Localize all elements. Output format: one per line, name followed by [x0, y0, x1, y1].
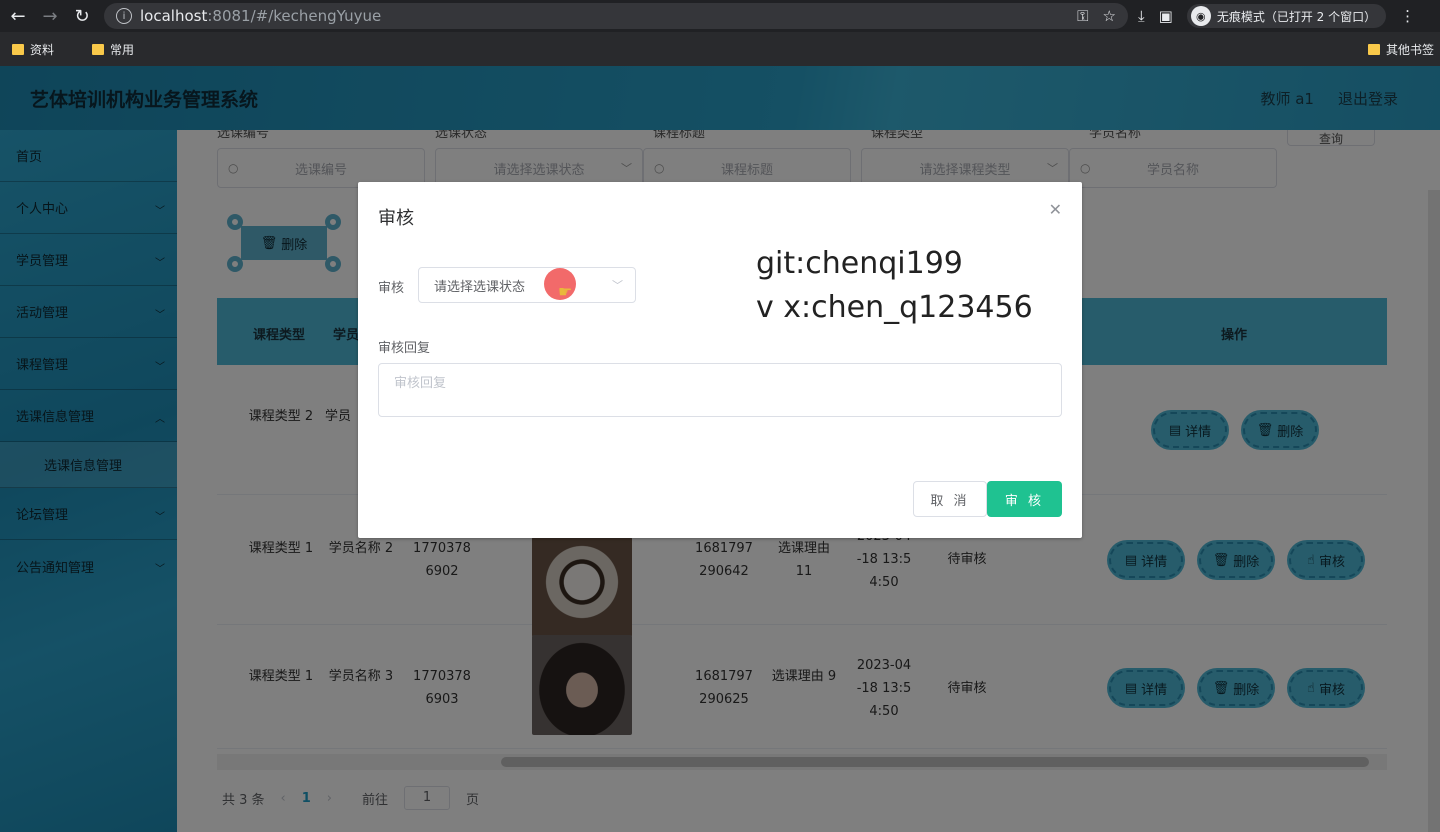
- audit-label: 审核: [378, 281, 405, 296]
- incognito-label: 无痕模式（已打开 2 个窗口）: [1216, 9, 1377, 24]
- forward-icon[interactable]: →: [36, 2, 64, 30]
- address-bar[interactable]: i localhost:8081/#/kechengYuyue ⚿ ☆: [104, 3, 1128, 29]
- info-icon[interactable]: i: [116, 8, 132, 24]
- sidepanel-icon[interactable]: ▣: [1159, 7, 1173, 25]
- folder-icon: [12, 43, 24, 55]
- audit-status-select[interactable]: 请选择选课状态 ﹀: [418, 267, 636, 303]
- url-host: localhost: [140, 7, 208, 25]
- menu-icon[interactable]: ⋮: [1400, 7, 1415, 25]
- pointer-hand-icon: ☛: [558, 282, 573, 301]
- chevron-down-icon: ﹀: [612, 279, 623, 292]
- other-bookmarks[interactable]: 其他书签: [1367, 32, 1434, 66]
- url-path: :8081/#/kechengYuyue: [207, 7, 382, 25]
- incognito-badge[interactable]: ◉ 无痕模式（已打开 2 个窗口）: [1186, 4, 1387, 28]
- bookmarks-bar: 资料 常用 其他书签: [0, 32, 1440, 66]
- star-icon[interactable]: ☆: [1103, 7, 1116, 25]
- key-icon[interactable]: ⚿: [1077, 7, 1088, 25]
- reply-textarea[interactable]: 审核回复: [378, 363, 1062, 417]
- browser-toolbar: ← → ↻ i localhost:8081/#/kechengYuyue ⚿ …: [0, 0, 1440, 32]
- cancel-button[interactable]: 取 消: [913, 481, 987, 517]
- download-icon[interactable]: ⤓: [1138, 7, 1145, 25]
- submit-audit-button[interactable]: 审 核: [987, 481, 1062, 517]
- reload-icon[interactable]: ↻: [68, 2, 96, 30]
- audit-dialog: 审核 ✕ 审核 请选择选课状态 ﹀ ☛ git:chenqi199 v x:ch…: [358, 182, 1082, 538]
- dialog-title: 审核: [378, 208, 414, 229]
- back-icon[interactable]: ←: [4, 2, 32, 30]
- reply-label: 审核回复: [378, 341, 431, 356]
- incognito-icon: ◉: [1190, 6, 1211, 26]
- close-icon[interactable]: ✕: [1049, 200, 1062, 219]
- watermark-line2: v x:chen_q123456: [756, 290, 1033, 325]
- select-placeholder: 请选择选课状态: [434, 279, 526, 295]
- other-bookmarks-label: 其他书签: [1385, 42, 1434, 57]
- folder-icon: [92, 43, 105, 55]
- textarea-placeholder: 审核回复: [394, 376, 447, 391]
- bookmark-label: 常用: [110, 42, 135, 57]
- folder-icon: [1367, 43, 1380, 55]
- bookmark-label: 资料: [30, 42, 55, 57]
- bookmark-folder[interactable]: 资料: [12, 41, 54, 58]
- bookmark-folder[interactable]: 常用: [92, 41, 134, 58]
- watermark-line1: git:chenqi199: [756, 246, 963, 281]
